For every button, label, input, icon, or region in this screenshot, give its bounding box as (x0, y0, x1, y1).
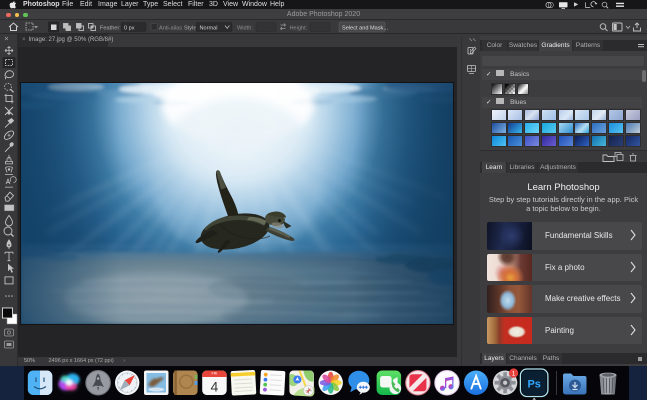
svg-text:0 px: 0 px (124, 25, 135, 31)
svg-text:FRI: FRI (212, 372, 218, 376)
svg-text:4: 4 (211, 379, 219, 395)
svg-text:Feather:: Feather: (100, 25, 121, 31)
svg-text:Ps: Ps (527, 379, 540, 391)
svg-text:Width:: Width: (237, 25, 253, 31)
svg-text:Select and Mask...: Select and Mask... (342, 25, 388, 31)
svg-text:1: 1 (512, 370, 516, 377)
svg-text:Anti-alias: Anti-alias (159, 25, 182, 31)
svg-text:Height:: Height: (290, 25, 308, 31)
svg-text:Normal: Normal (200, 25, 218, 31)
